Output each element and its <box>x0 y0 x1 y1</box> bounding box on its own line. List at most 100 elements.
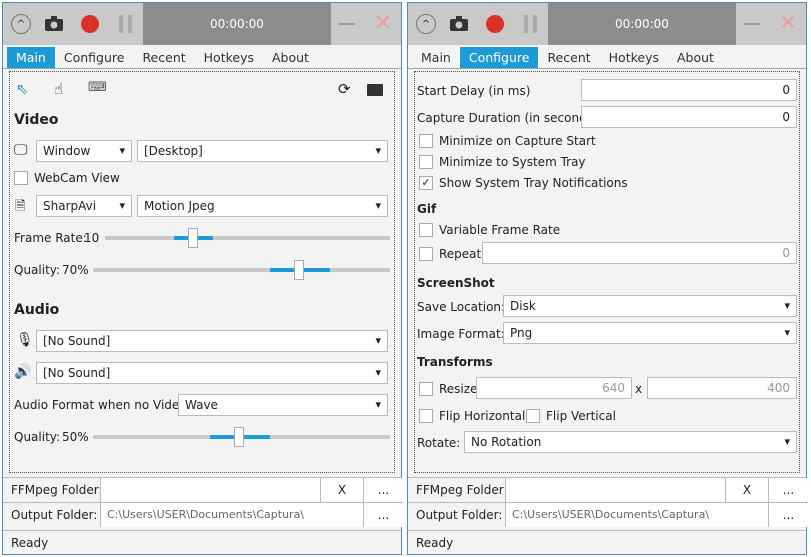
screenshot-camera-icon[interactable] <box>45 15 63 31</box>
collapse-icon[interactable]: ^ <box>11 14 31 34</box>
folder-icon[interactable] <box>367 84 383 96</box>
speaker-select[interactable]: [No Sound] <box>36 362 388 384</box>
minimize-icon[interactable] <box>744 23 760 25</box>
rotate-select[interactable]: No Rotation <box>464 431 797 453</box>
encoder-select[interactable]: SharpAvi <box>36 195 132 217</box>
save-location-label: Save Location: <box>417 300 506 314</box>
tab-about[interactable]: About <box>263 47 318 68</box>
resize-height-input[interactable]: 400 <box>647 377 797 399</box>
flip-horizontal-label: Flip Horizontal <box>439 409 526 423</box>
output-folder-input[interactable]: C:\Users\USER\Documents\Captura\ <box>505 503 768 527</box>
tab-recent[interactable]: Recent <box>538 47 599 68</box>
ffmpeg-folder-row: FFMpeg Folder: X ... <box>408 477 808 502</box>
record-icon[interactable] <box>486 15 504 33</box>
output-browse-button[interactable]: ... <box>768 503 808 527</box>
save-location-select[interactable]: Disk <box>503 295 797 317</box>
video-source-type-select[interactable]: Window <box>36 140 132 162</box>
image-format-label: Image Format: <box>417 327 505 341</box>
output-folder-row: Output Folder: C:\Users\USER\Documents\C… <box>3 502 403 527</box>
tab-configure[interactable]: Configure <box>459 47 539 68</box>
quality-label: Quality: <box>14 263 61 277</box>
ffmpeg-folder-label: FFMpeg Folder: <box>416 483 508 497</box>
resize-label: Resize <box>439 382 478 396</box>
pause-icon[interactable] <box>118 15 134 33</box>
tab-main[interactable]: Main <box>7 47 55 68</box>
capture-duration-input[interactable]: 0 <box>581 106 797 128</box>
start-delay-input[interactable]: 0 <box>581 79 797 101</box>
video-heading: Video <box>14 112 59 128</box>
frame-rate-thumb[interactable] <box>188 228 198 248</box>
audio-quality-thumb[interactable] <box>234 427 244 447</box>
resize-checkbox[interactable] <box>419 382 433 396</box>
minimize-icon[interactable] <box>339 23 355 25</box>
cursor-icon[interactable]: ⇖ <box>16 80 29 98</box>
close-icon[interactable]: ✕ <box>776 11 800 36</box>
quality-value: 70% <box>62 263 89 277</box>
configure-window: ^ 00:00:00 ✕ Main Configure Recent Hotke… <box>407 2 808 555</box>
resize-width-input[interactable]: 640 <box>476 377 632 399</box>
tab-hotkeys[interactable]: Hotkeys <box>600 47 668 68</box>
timer: 00:00:00 <box>548 3 736 45</box>
codec-select[interactable]: Motion Jpeg <box>137 195 388 217</box>
screenshot-heading: ScreenShot <box>417 276 495 290</box>
audio-format-label: Audio Format when no Video: <box>14 398 191 412</box>
rotate-label: Rotate: <box>417 436 461 450</box>
quality-thumb[interactable] <box>294 260 304 280</box>
pause-icon[interactable] <box>523 15 539 33</box>
minimize-on-start-checkbox[interactable] <box>419 134 433 148</box>
flip-vertical-checkbox[interactable] <box>526 409 540 423</box>
ffmpeg-clear-button[interactable]: X <box>320 478 363 502</box>
variable-frame-rate-label: Variable Frame Rate <box>439 223 561 237</box>
output-folder-label: Output Folder: <box>11 508 98 522</box>
output-folder-input[interactable]: C:\Users\USER\Documents\Captura\ <box>100 503 363 527</box>
main-window: ^ 00:00:00 ✕ Main Configure Recent Hotke… <box>2 2 403 555</box>
tab-bar: Main Configure Recent Hotkeys About <box>408 47 806 69</box>
record-icon[interactable] <box>81 15 99 33</box>
status-bar: Ready <box>408 530 806 554</box>
tab-about[interactable]: About <box>668 47 723 68</box>
file-icon: 🗎 <box>15 199 26 214</box>
audio-format-select[interactable]: Wave <box>178 394 388 416</box>
ffmpeg-clear-button[interactable]: X <box>725 478 768 502</box>
image-format-select[interactable]: Png <box>503 322 797 344</box>
microphone-select[interactable]: [No Sound] <box>36 330 388 352</box>
ffmpeg-browse-button[interactable]: ... <box>768 478 808 502</box>
microphone-icon: 🎙 <box>16 332 34 348</box>
tab-recent[interactable]: Recent <box>133 47 194 68</box>
audio-quality-value: 50% <box>62 430 89 444</box>
tab-hotkeys[interactable]: Hotkeys <box>195 47 263 68</box>
ffmpeg-browse-button[interactable]: ... <box>363 478 403 502</box>
configure-panel: Start Delay (in ms) 0 Capture Duration (… <box>414 71 800 473</box>
quality-slider[interactable] <box>93 268 390 272</box>
webcam-checkbox[interactable] <box>14 171 28 185</box>
tab-configure[interactable]: Configure <box>55 47 134 68</box>
refresh-icon[interactable]: ⟳ <box>338 80 351 98</box>
variable-frame-rate-checkbox[interactable] <box>419 223 433 237</box>
monitor-icon: 🖵 <box>14 142 28 158</box>
ffmpeg-folder-input[interactable] <box>100 478 320 502</box>
frame-rate-slider[interactable] <box>105 236 390 240</box>
flip-vertical-label: Flip Vertical <box>546 409 616 423</box>
keyboard-icon[interactable]: ⌨ <box>88 80 107 95</box>
title-bar: ^ 00:00:00 ✕ <box>3 3 401 45</box>
output-browse-button[interactable]: ... <box>363 503 403 527</box>
tray-notifications-checkbox[interactable]: ✓ <box>419 176 433 190</box>
mouse-click-icon[interactable]: ☝ <box>54 80 63 98</box>
resize-x-label: x <box>635 382 643 396</box>
close-icon[interactable]: ✕ <box>371 11 395 36</box>
screenshot-camera-icon[interactable] <box>450 15 468 31</box>
timer: 00:00:00 <box>143 3 331 45</box>
ffmpeg-folder-input[interactable] <box>505 478 725 502</box>
minimize-to-tray-checkbox[interactable] <box>419 155 433 169</box>
collapse-icon[interactable]: ^ <box>416 14 436 34</box>
tray-notifications-label: Show System Tray Notifications <box>439 176 628 190</box>
output-folder-label: Output Folder: <box>416 508 503 522</box>
repeat-input[interactable]: 0 <box>482 242 797 264</box>
minimize-to-tray-label: Minimize to System Tray <box>439 155 586 169</box>
frame-rate-value: 10 <box>84 231 100 245</box>
flip-horizontal-checkbox[interactable] <box>419 409 433 423</box>
repeat-checkbox[interactable] <box>419 247 433 261</box>
video-source-select[interactable]: [Desktop] <box>137 140 388 162</box>
tab-main[interactable]: Main <box>412 47 460 68</box>
gif-heading: Gif <box>417 202 437 216</box>
